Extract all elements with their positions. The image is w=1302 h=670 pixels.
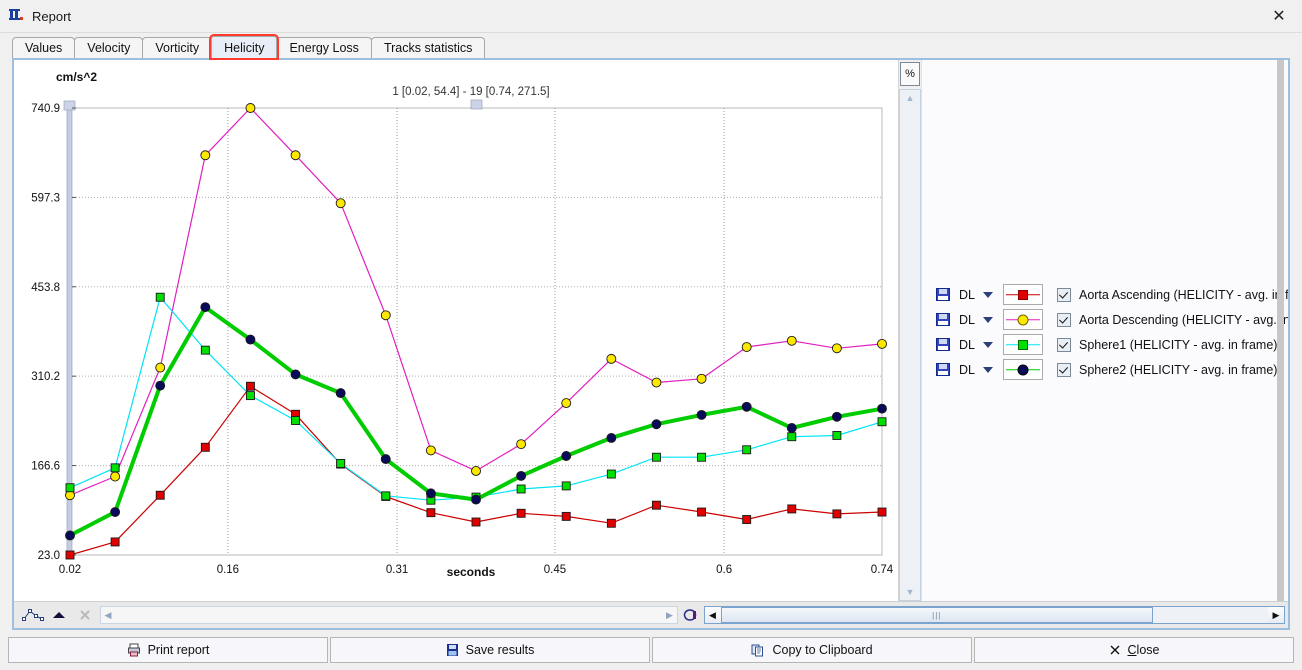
- save-series-icon[interactable]: [936, 363, 950, 376]
- report-window: Report ✕ Values Velocity Vorticity Helic…: [0, 0, 1302, 670]
- svg-text:23.0: 23.0: [38, 550, 60, 562]
- series-visible-checkbox[interactable]: [1056, 287, 1071, 302]
- chevron-down-icon[interactable]: [982, 316, 993, 323]
- tab-bar: Values Velocity Vorticity Helicity Energ…: [0, 33, 1302, 60]
- report-chart-icon: [8, 7, 26, 25]
- print-report-button[interactable]: Print report: [8, 637, 328, 663]
- footer-button-bar: Print report Save results Copy to Clipbo…: [0, 630, 1302, 670]
- legend-item-sphere2[interactable]: DL Sphere2 (HELICITY - avg. in frame): [936, 357, 1288, 382]
- report-content-panel: cm/s^2 1 [0.02, 54.4] - 19 [0.74, 271.5]…: [12, 58, 1290, 630]
- scroll-down-icon[interactable]: ▼: [900, 584, 920, 600]
- series-visible-checkbox[interactable]: [1056, 337, 1071, 352]
- series-color-swatch[interactable]: [1002, 359, 1043, 380]
- chart-toolbar: ◀ ▶ ◀ ||| ▶: [14, 601, 1288, 628]
- tab-velocity[interactable]: Velocity: [74, 37, 144, 58]
- delete-icon[interactable]: [72, 605, 98, 625]
- legend-horizontal-scrollbar[interactable]: ◀ ||| ▶: [703, 606, 1285, 624]
- legend-item-label: Aorta Ascending (HELICITY - avg. in fram: [1078, 287, 1288, 302]
- dl-label: DL: [959, 337, 975, 352]
- chart-vertical-scrollbar[interactable]: ▲ ▼: [899, 89, 921, 601]
- window-title: Report: [32, 8, 72, 24]
- legend-scroll-right-icon[interactable]: ▶: [1268, 607, 1284, 623]
- chevron-down-icon[interactable]: [982, 291, 993, 298]
- svg-text:166.6: 166.6: [31, 461, 60, 473]
- chart-plot: 23.0166.6310.2453.8597.3740.90.02 0.16 0.3…: [31, 99, 894, 576]
- clipboard-copy-icon: [751, 643, 765, 657]
- series-color-swatch[interactable]: [1002, 334, 1043, 355]
- close-button[interactable]: Close: [974, 637, 1294, 663]
- chart-toolbar-buttons: [14, 605, 98, 625]
- close-button-rest: lose: [1136, 643, 1160, 657]
- tab-tracks-statistics[interactable]: Tracks statistics: [370, 37, 486, 58]
- legend-vertical-scrollbar[interactable]: [1277, 60, 1284, 601]
- scroll-right-icon[interactable]: ▶: [663, 608, 677, 622]
- legend-item-label: Sphere2 (HELICITY - avg. in frame): [1078, 362, 1278, 377]
- snapshot-icon[interactable]: [680, 605, 702, 625]
- save-series-icon[interactable]: [936, 338, 950, 351]
- svg-text:597.3: 597.3: [31, 192, 60, 204]
- chart-horizontal-scrollbar[interactable]: ◀ ▶: [100, 606, 678, 624]
- scroll-up-icon[interactable]: ▲: [900, 90, 920, 106]
- legend-item-label: Aorta Descending (HELICITY - avg. in fra: [1078, 312, 1288, 327]
- scroll-left-icon[interactable]: ◀: [101, 608, 115, 622]
- legend-scroll-track[interactable]: |||: [720, 607, 1269, 623]
- tab-vorticity[interactable]: Vorticity: [142, 37, 213, 58]
- x-axis-title: seconds: [446, 565, 496, 579]
- series-visible-checkbox[interactable]: [1056, 362, 1071, 377]
- legend-item-aorta-ascending[interactable]: DL Aorta Ascending (HELICITY - avg. in f…: [936, 282, 1288, 307]
- print-report-label: Print report: [147, 643, 210, 657]
- printer-icon: [127, 643, 141, 657]
- percent-button[interactable]: %: [900, 62, 920, 86]
- series-color-swatch[interactable]: [1002, 309, 1043, 330]
- dl-label: DL: [959, 287, 975, 302]
- copy-to-clipboard-label: Copy to Clipboard: [772, 643, 873, 657]
- legend-item-aorta-descending[interactable]: DL Aorta Descending (HELICITY - avg. in …: [936, 307, 1288, 332]
- save-results-label: Save results: [465, 643, 535, 657]
- title-bar: Report ✕: [0, 0, 1302, 33]
- legend-list: DL Aorta Ascending (HELICITY - avg. in f…: [936, 282, 1288, 382]
- copy-to-clipboard-button[interactable]: Copy to Clipboard: [652, 637, 972, 663]
- chart-vertical-controls: % ▲ ▼: [898, 60, 921, 601]
- svg-text:310.2: 310.2: [31, 371, 60, 383]
- svg-text:740.9: 740.9: [31, 103, 60, 115]
- legend-scroll-thumb[interactable]: [1277, 60, 1284, 601]
- close-button-label: Close: [1127, 643, 1160, 657]
- legend-scroll-left-icon[interactable]: ◀: [704, 607, 721, 623]
- dl-label: DL: [959, 312, 975, 327]
- legend-h-scroll-thumb[interactable]: |||: [720, 607, 1154, 623]
- save-series-icon[interactable]: [936, 313, 950, 326]
- legend-item-sphere1[interactable]: DL Sphere1 (HELICITY - avg. in frame): [936, 332, 1288, 357]
- legend-panel: DL Aorta Ascending (HELICITY - avg. in f…: [921, 60, 1288, 601]
- tab-values[interactable]: Values: [12, 37, 76, 58]
- scroll-grip-icon: |||: [932, 610, 942, 620]
- series-visible-checkbox[interactable]: [1056, 312, 1071, 327]
- chevron-down-icon[interactable]: [982, 341, 993, 348]
- tab-energy-loss[interactable]: Energy Loss: [276, 37, 372, 58]
- close-icon[interactable]: ✕: [1256, 0, 1302, 31]
- legend-item-label: Sphere1 (HELICITY - avg. in frame): [1078, 337, 1278, 352]
- chevron-down-icon[interactable]: [982, 366, 993, 373]
- chart-and-legend-row: cm/s^2 1 [0.02, 54.4] - 19 [0.74, 271.5]…: [14, 60, 1288, 601]
- chart-area[interactable]: cm/s^2 1 [0.02, 54.4] - 19 [0.74, 271.5]…: [14, 60, 898, 601]
- dl-label: DL: [959, 362, 975, 377]
- svg-text:453.8: 453.8: [31, 282, 60, 294]
- save-results-button[interactable]: Save results: [330, 637, 650, 663]
- line-chart-icon[interactable]: [20, 605, 46, 625]
- close-x-icon: [1109, 644, 1121, 656]
- save-series-icon[interactable]: [936, 288, 950, 301]
- floppy-save-icon: [446, 643, 459, 657]
- area-chart-icon[interactable]: [46, 605, 72, 625]
- tab-helicity[interactable]: Helicity: [209, 34, 280, 60]
- series-color-swatch[interactable]: [1002, 284, 1043, 305]
